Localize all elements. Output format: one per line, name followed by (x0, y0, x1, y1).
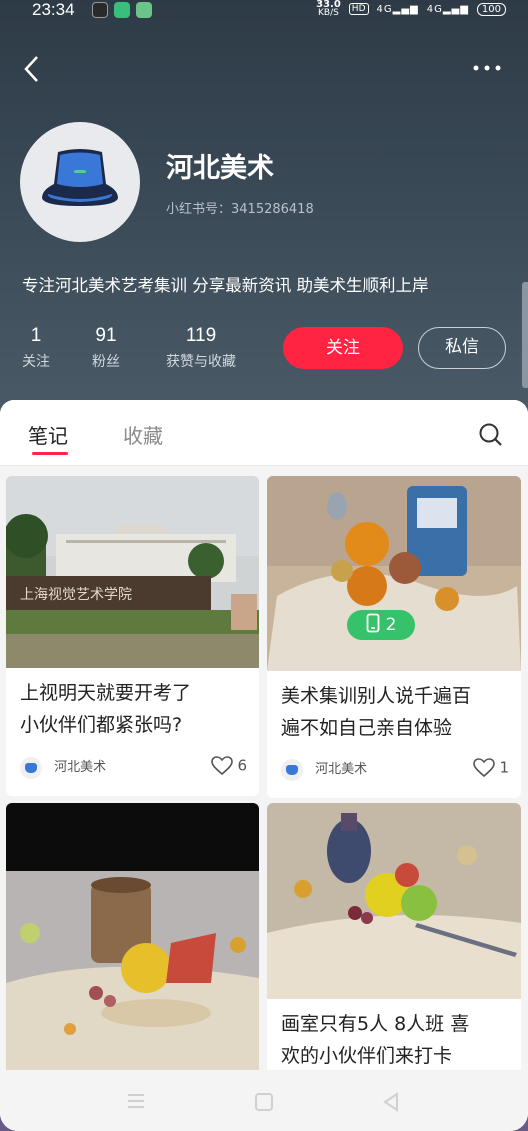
system-navigation-bar (0, 1070, 528, 1131)
heart-icon (472, 758, 495, 778)
stat-following-label: 关注 (22, 354, 50, 370)
author-avatar (281, 758, 303, 781)
phone-icon (366, 613, 379, 633)
heart-icon (210, 756, 233, 776)
stat-followers[interactable]: 91 粉丝 (84, 325, 128, 371)
back-nav-icon[interactable] (382, 1092, 400, 1116)
profile-header: 23:34 33.0 KB/S HD 4G▂▄▆ 4G▂▄▆ 100 河北美术 … (0, 0, 528, 420)
note-title-line: 小伙伴们都紧张吗? (20, 714, 183, 736)
profile-id: 小红书号：3415286418 (166, 202, 314, 217)
status-bar: 23:34 33.0 KB/S HD 4G▂▄▆ 4G▂▄▆ 100 (0, 0, 528, 22)
phone-screen: 23:34 33.0 KB/S HD 4G▂▄▆ 4G▂▄▆ 100 河北美术 … (0, 0, 528, 1131)
stat-likes-label: 获赞与收藏 (166, 354, 236, 370)
message-notification-icon (136, 2, 152, 18)
network-type-1: 4G (376, 3, 393, 15)
battery-icon: 100 (476, 2, 506, 16)
note-cover-image (6, 803, 259, 1073)
active-tab-indicator (32, 452, 68, 455)
profile-tabs: 笔记 收藏 (0, 400, 528, 466)
network-type-2: 4G (426, 3, 443, 15)
back-icon[interactable] (22, 54, 44, 84)
app-notification-icon (92, 2, 108, 18)
image-count-badge: 2 (347, 610, 415, 640)
stat-followers-value: 91 (95, 325, 117, 346)
note-cover-image (267, 803, 521, 999)
like-button[interactable]: 1 (472, 758, 509, 778)
scroll-indicator (522, 282, 528, 388)
bucket-hat-icon (42, 149, 118, 206)
note-title-line: 上视明天就要开考了 (20, 682, 192, 704)
signal-icon-2: 4G▂▄▆ (426, 3, 469, 15)
profile-bio: 专注河北美术艺考集训 分享最新资讯 助美术生顺利上岸 (22, 276, 429, 295)
notes-panel: 笔记 收藏 上海视觉艺术学院 上视明天就要开考了 小伙伴们都紧张吗? 河北美术 … (0, 400, 528, 1131)
status-time: 23:34 (32, 0, 75, 19)
note-title: 美术集训别人说千遍百 遍不如自己亲自体验 (281, 680, 471, 744)
message-button[interactable]: 私信 (418, 327, 506, 369)
note-title-line: 美术集训别人说千遍百 (281, 685, 472, 707)
note-cover-image: 2 (267, 476, 521, 671)
tab-collections[interactable]: 收藏 (123, 420, 163, 449)
note-card[interactable]: 画室只有5人 8人班 喜 欢的小伙伴们来打卡 (267, 803, 521, 1103)
note-title-line: 欢的小伙伴们来打卡 (281, 1045, 453, 1067)
note-card[interactable] (6, 803, 259, 1103)
note-card[interactable]: 2 美术集训别人说千遍百 遍不如自己亲自体验 河北美术 1 (267, 476, 521, 798)
profile-avatar[interactable] (20, 122, 140, 242)
stat-likes-collects[interactable]: 119 获赞与收藏 (158, 325, 244, 371)
menu-nav-icon[interactable] (126, 1092, 146, 1114)
note-card[interactable]: 上海视觉艺术学院 上视明天就要开考了 小伙伴们都紧张吗? 河北美术 6 (6, 476, 259, 796)
tab-notes[interactable]: 笔记 (28, 420, 68, 449)
stat-following[interactable]: 1 关注 (16, 325, 56, 371)
note-author: 河北美术 (54, 760, 107, 775)
stat-likes-value: 119 (185, 325, 217, 346)
status-indicators: 33.0 KB/S HD 4G▂▄▆ 4G▂▄▆ 100 (316, 0, 506, 18)
note-author: 河北美术 (315, 762, 368, 777)
network-speed-unit: KB/S (318, 8, 339, 18)
signal-icon-1: 4G▂▄▆ (376, 3, 419, 15)
note-title: 画室只有5人 8人班 喜 欢的小伙伴们来打卡 (281, 1008, 469, 1072)
note-title-line: 画室只有5人 8人班 喜 (281, 1013, 470, 1035)
network-speed: 33.0 KB/S (316, 0, 341, 18)
note-meta: 河北美术 6 (20, 756, 247, 779)
profile-name: 河北美术 (166, 153, 274, 184)
notification-icons (92, 2, 152, 18)
phone-notification-icon (114, 2, 130, 18)
note-meta: 河北美术 1 (281, 758, 509, 781)
like-count: 6 (237, 756, 247, 775)
note-title-line: 遍不如自己亲自体验 (281, 717, 453, 739)
school-sign-text: 上海视觉艺术学院 (20, 587, 132, 603)
like-button[interactable]: 6 (210, 756, 247, 776)
follow-button[interactable]: 关注 (283, 327, 403, 369)
image-count: 2 (385, 615, 397, 635)
note-cover-image: 上海视觉艺术学院 (6, 476, 259, 668)
home-nav-icon[interactable] (254, 1092, 274, 1116)
stat-following-value: 1 (30, 325, 42, 346)
like-count: 1 (499, 758, 509, 777)
note-title: 上视明天就要开考了 小伙伴们都紧张吗? (20, 677, 191, 741)
hd-badge: HD (348, 3, 369, 15)
more-options-icon[interactable] (472, 54, 502, 79)
stat-followers-label: 粉丝 (92, 354, 120, 370)
author-avatar (20, 756, 42, 779)
search-icon[interactable] (478, 422, 504, 452)
